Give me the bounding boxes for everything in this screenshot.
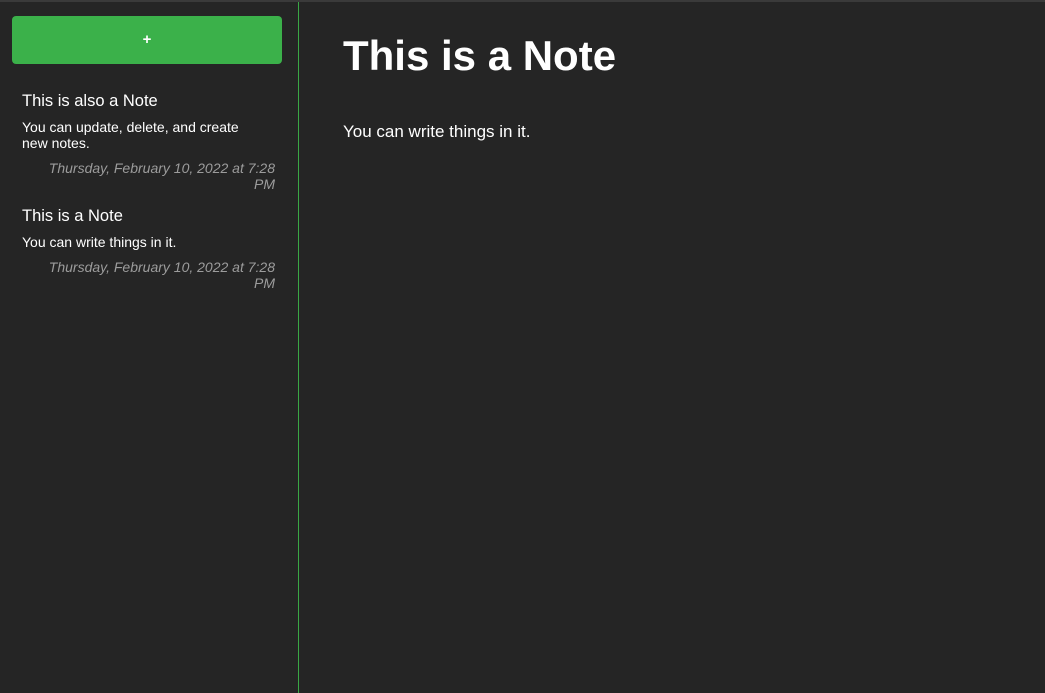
note-item-date: Thursday, February 10, 2022 at 7:28 PM bbox=[48, 160, 275, 192]
note-item-preview: You can write things in it. bbox=[22, 234, 177, 250]
note-item-preview: You can update, delete, and create new n… bbox=[22, 119, 239, 151]
plus-icon: + bbox=[142, 30, 152, 48]
note-view: This is a Note You can write things in i… bbox=[299, 2, 1045, 693]
note-body[interactable]: You can write things in it. bbox=[343, 122, 1001, 142]
add-note-button[interactable]: + bbox=[12, 16, 282, 64]
note-list-item[interactable]: This is also a Note You can update, dele… bbox=[22, 91, 275, 192]
note-item-title: This is also a Note bbox=[22, 92, 158, 110]
notes-app: + This is also a Note You can update, de… bbox=[0, 0, 1045, 693]
sidebar: + This is also a Note You can update, de… bbox=[0, 2, 299, 693]
note-list: This is also a Note You can update, dele… bbox=[12, 91, 281, 291]
note-title[interactable]: This is a Note bbox=[343, 32, 1001, 80]
note-list-item[interactable]: This is a Note You can write things in i… bbox=[22, 206, 275, 291]
note-item-date: Thursday, February 10, 2022 at 7:28 PM bbox=[48, 259, 275, 291]
note-item-title: This is a Note bbox=[22, 207, 123, 225]
